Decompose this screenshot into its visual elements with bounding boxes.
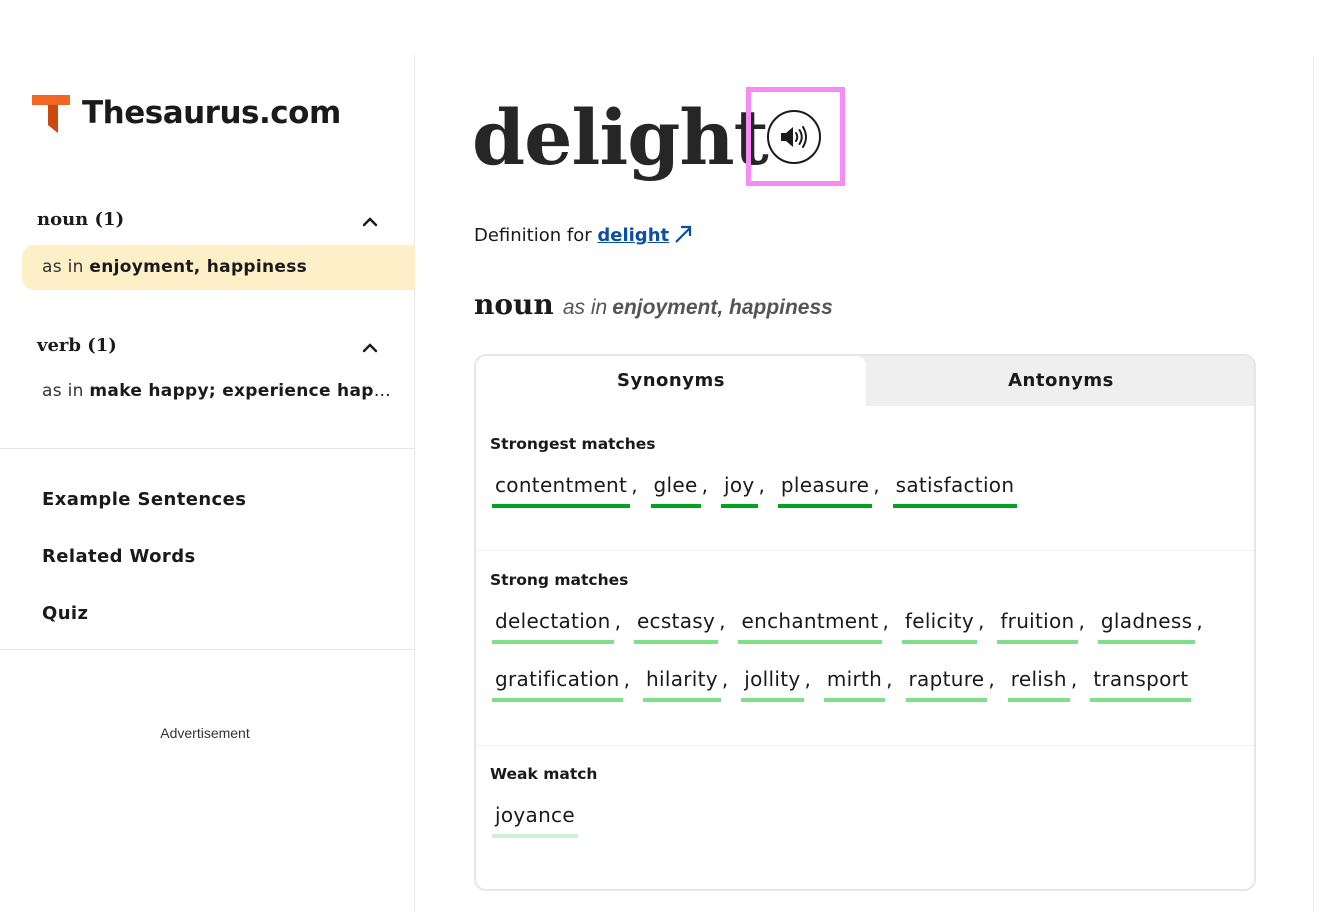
sense-label: make happy; experience happiness	[89, 381, 397, 401]
synonym-link[interactable]: gladness	[1097, 604, 1196, 644]
strongest-matches-row: contentment, glee, joy, pleasure, satisf…	[492, 468, 1030, 508]
synonym-link[interactable]: felicity	[901, 604, 977, 644]
content-border	[1313, 55, 1314, 912]
sidebar: Thesaurus.com noun (1) as in enjoyment, …	[0, 55, 415, 912]
strongest-matches-title: Strongest matches	[490, 435, 656, 453]
synonym-link[interactable]: hilarity	[643, 662, 721, 702]
tab-bar: Synonyms Antonyms	[476, 356, 1254, 406]
divider	[0, 649, 414, 650]
synonym-link[interactable]: contentment	[492, 468, 631, 508]
site-name: Thesaurus.com	[82, 95, 341, 131]
synonym-link[interactable]: ecstasy	[633, 604, 719, 644]
synonym-link[interactable]: joy	[720, 468, 758, 508]
nav-related-words[interactable]: Related Words	[42, 546, 196, 567]
synonym-item: relish,	[1007, 662, 1077, 702]
synonym-item: joy,	[720, 468, 765, 508]
tab-synonyms[interactable]: Synonyms	[476, 356, 866, 406]
sidebar-item-verb-sense[interactable]: as in make happy; experience happiness	[22, 369, 397, 414]
chevron-up-icon[interactable]	[360, 212, 380, 232]
divider	[0, 448, 414, 449]
noun-heading[interactable]: noun (1)	[37, 209, 124, 230]
synonym-item: hilarity,	[643, 662, 728, 702]
external-link-icon[interactable]	[673, 224, 693, 244]
weak-match-title: Weak match	[490, 765, 598, 783]
strong-matches-title: Strong matches	[490, 571, 629, 589]
synonym-link[interactable]: pleasure	[777, 468, 873, 508]
pronunciation-audio-button[interactable]	[767, 110, 821, 164]
synonym-link[interactable]: gratification	[492, 662, 623, 702]
nav-quiz[interactable]: Quiz	[42, 603, 88, 624]
synonym-item: delectation,	[492, 604, 621, 644]
synonyms-card: Synonyms Antonyms Strongest matches cont…	[474, 354, 1256, 891]
strong-matches-row: delectation, ecstasy, enchantment, felic…	[492, 604, 1216, 644]
synonym-item: transport	[1090, 662, 1192, 702]
synonym-link[interactable]: jollity	[741, 662, 804, 702]
chevron-up-icon[interactable]	[360, 338, 380, 358]
synonym-item: glee,	[650, 468, 708, 508]
pos-heading: noun as in enjoyment, happiness	[474, 288, 833, 321]
sidebar-item-noun-sense[interactable]: as in enjoyment, happiness	[22, 245, 415, 290]
definition-prefix: Definition for	[474, 225, 592, 246]
synonym-item: rapture,	[905, 662, 995, 702]
synonym-item: felicity,	[901, 604, 984, 644]
pos-prefix: as in	[562, 296, 608, 319]
synonym-item: mirth,	[823, 662, 893, 702]
tab-antonyms[interactable]: Antonyms	[866, 356, 1254, 406]
synonym-link[interactable]: satisfaction	[892, 468, 1018, 508]
pos-sense: enjoyment, happiness	[612, 296, 833, 319]
strong-matches-row: gratification, hilarity, jollity, mirth,…	[492, 662, 1204, 702]
synonym-item: contentment,	[492, 468, 638, 508]
divider	[476, 745, 1254, 746]
synonym-link[interactable]: joyance	[492, 798, 578, 838]
synonym-link[interactable]: rapture	[905, 662, 988, 702]
sense-prefix: as in	[42, 257, 84, 277]
synonym-link[interactable]: fruition	[997, 604, 1078, 644]
site-logo[interactable]: Thesaurus.com	[32, 93, 341, 133]
synonym-link[interactable]: transport	[1090, 662, 1192, 702]
synonym-item: gladness,	[1097, 604, 1203, 644]
synonym-link[interactable]: delectation	[492, 604, 614, 644]
speaker-icon	[781, 126, 807, 148]
synonym-link[interactable]: mirth	[823, 662, 886, 702]
headword: delight	[472, 93, 769, 182]
weak-match-row: joyance	[492, 798, 591, 838]
sense-label: enjoyment, happiness	[89, 257, 308, 277]
definition-line: Definition for delight	[474, 224, 693, 246]
synonym-item: joyance	[492, 798, 578, 838]
verb-heading[interactable]: verb (1)	[37, 335, 117, 356]
synonym-link[interactable]: enchantment	[738, 604, 882, 644]
sense-prefix: as in	[42, 381, 84, 401]
pos-label: noun	[474, 288, 554, 321]
synonym-item: satisfaction	[892, 468, 1018, 508]
advertisement-label: Advertisement	[160, 725, 250, 741]
synonym-link[interactable]: relish	[1007, 662, 1070, 702]
synonym-item: enchantment,	[738, 604, 889, 644]
definition-link[interactable]: delight	[597, 225, 669, 246]
synonym-item: gratification,	[492, 662, 630, 702]
synonym-item: pleasure,	[777, 468, 880, 508]
synonym-link[interactable]: glee	[650, 468, 701, 508]
nav-example-sentences[interactable]: Example Sentences	[42, 489, 246, 510]
synonym-item: ecstasy,	[633, 604, 725, 644]
divider	[476, 550, 1254, 551]
synonym-item: jollity,	[741, 662, 811, 702]
thesaurus-logo-icon	[32, 95, 70, 133]
synonym-item: fruition,	[997, 604, 1085, 644]
